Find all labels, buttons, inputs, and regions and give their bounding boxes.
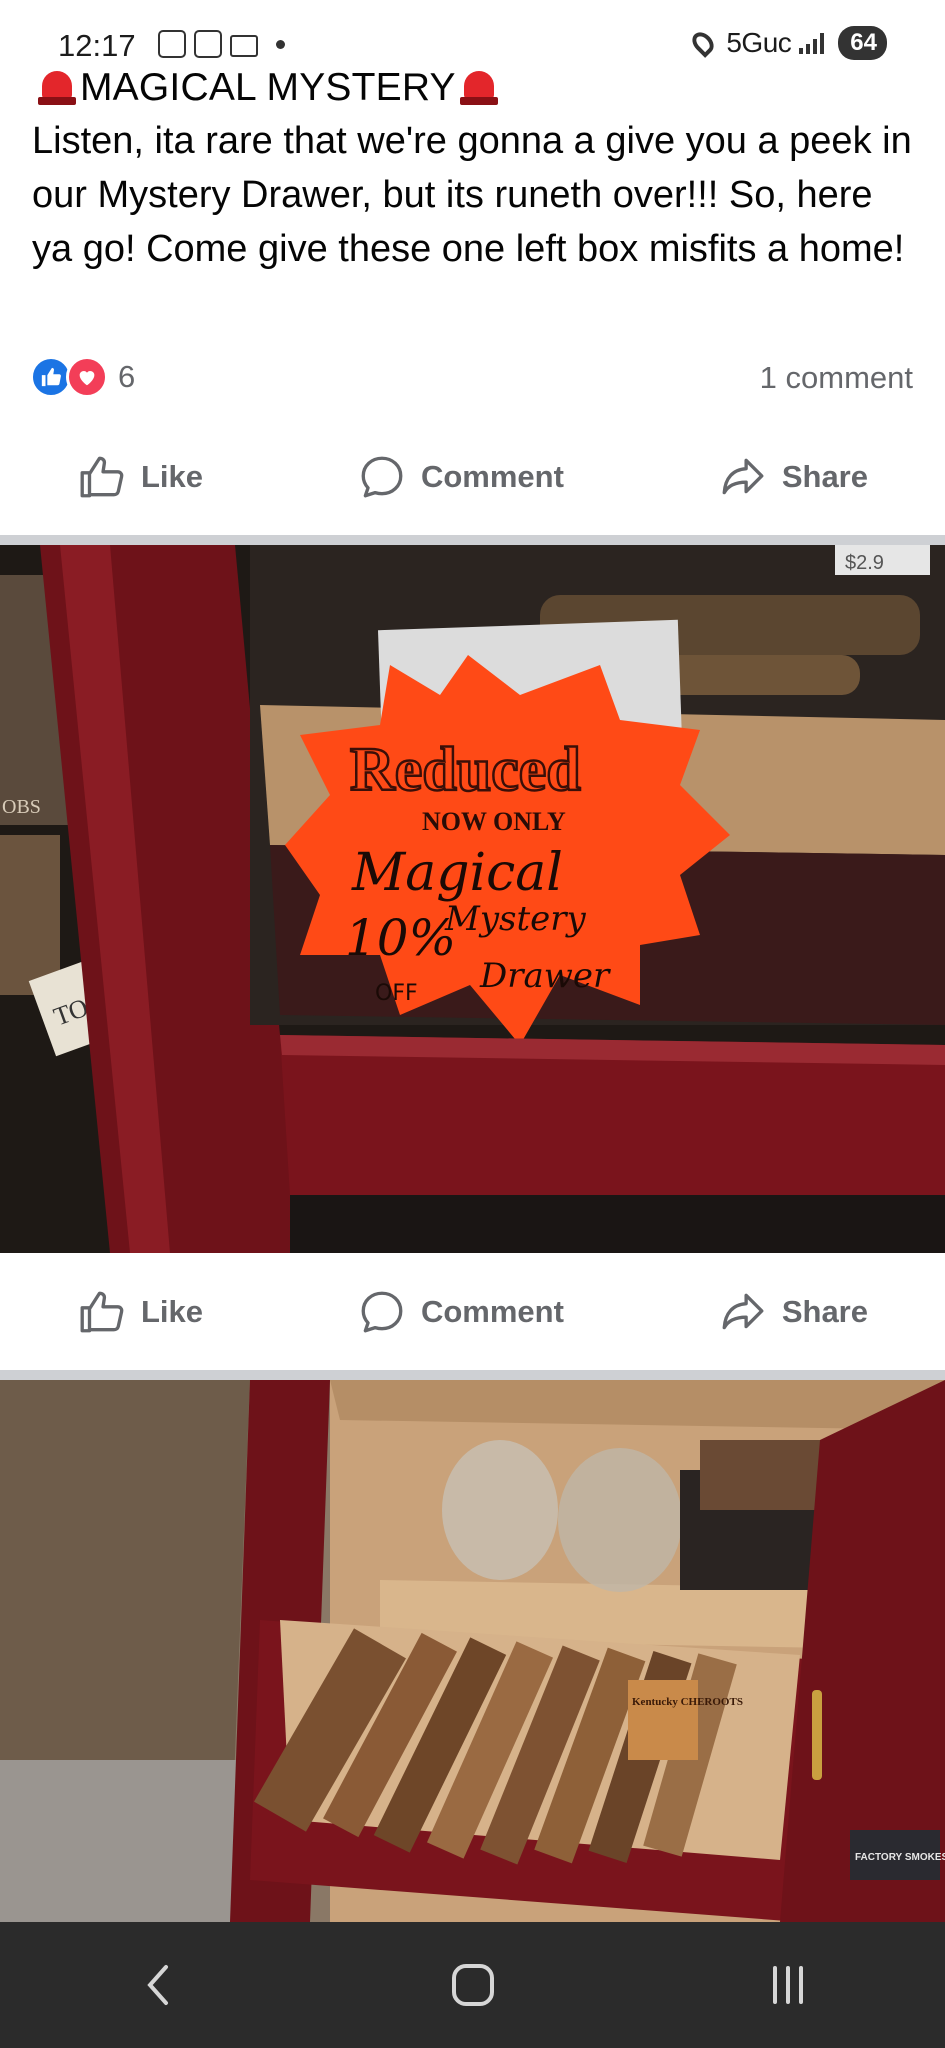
recents-button[interactable] [748, 1945, 828, 2025]
love-reaction-icon [66, 356, 108, 398]
comment-label: Comment [420, 459, 564, 494]
photo-comment-button[interactable]: Comment [357, 1287, 564, 1337]
comment-count-link[interactable]: 1 comment [760, 360, 913, 396]
sign-handwritten-magical: Magical [351, 843, 563, 903]
thumbs-up-icon [80, 1291, 124, 1333]
reaction-count: 6 [118, 359, 136, 394]
factory-smokes-label: FACTORY SMOKES [855, 1852, 945, 1863]
like-label: Like [140, 1294, 203, 1329]
battery-icon: 64 [838, 26, 887, 60]
share-label: Share [781, 459, 868, 494]
comment-label: Comment [420, 1294, 564, 1329]
notification-dot-icon [276, 39, 285, 49]
recents-lines-icon [772, 1966, 803, 2004]
siren-emoji-icon [459, 69, 498, 107]
photo-action-bar: Like Comment Share [0, 1262, 945, 1362]
photo-reduced-sign-scene: OBS TOR $2.9 Reduced NOW ONLY Magical 10… [0, 545, 945, 1253]
home-circle-icon [451, 1964, 494, 2006]
post-body-text: Listen, ita rare that we're gonna a give… [32, 120, 912, 270]
sign-handwritten-off: OFF [375, 981, 418, 1006]
photo-share-button[interactable]: Share [718, 1287, 868, 1337]
sign-handwritten-mystery: Mystery [444, 899, 587, 939]
thumbs-up-icon [80, 456, 124, 498]
home-button[interactable] [433, 1945, 513, 2025]
post-divider [0, 535, 945, 545]
sign-subtitle: NOW ONLY [422, 807, 566, 836]
teams-icon [194, 30, 222, 58]
comment-button[interactable]: Comment [357, 452, 564, 502]
post-action-bar: Like Comment Share [0, 427, 945, 527]
status-notification-icons [158, 30, 285, 58]
comment-bubble-icon [361, 1291, 403, 1333]
status-bar: 12:17 5Guc 64 [0, 0, 945, 70]
reaction-summary[interactable]: 6 [30, 356, 135, 398]
status-system-icons: 5Guc 64 [688, 26, 887, 60]
post-photo-mystery-drawer[interactable]: Kentucky CHEROOTS FACTORY SMOKES [0, 1380, 945, 1922]
kentucky-cheroots-label: Kentucky CHEROOTS [632, 1696, 743, 1708]
comment-bubble-icon [361, 456, 403, 498]
like-button[interactable]: Like [77, 452, 203, 502]
photo-divider [0, 1370, 945, 1380]
network-type: 5Guc [726, 27, 792, 58]
share-button[interactable]: Share [718, 452, 868, 502]
photo-like-button[interactable]: Like [77, 1287, 203, 1337]
sign-handwritten-percent: 10% [345, 909, 456, 967]
gmail-icon [230, 34, 258, 57]
post-title-row: MAGICAL MYSTERY [38, 66, 498, 110]
siren-emoji-icon [38, 69, 76, 107]
share-label: Share [781, 1294, 868, 1329]
price-tag: $2.9 [845, 552, 884, 574]
back-button[interactable] [118, 1945, 198, 2025]
location-icon [688, 28, 719, 58]
post-title: MAGICAL MYSTERY [80, 66, 456, 109]
signal-icon [799, 32, 825, 54]
share-arrow-icon [722, 1293, 764, 1330]
system-navigation-bar [0, 1922, 945, 2048]
screenshot-icon [158, 30, 186, 58]
like-label: Like [140, 459, 203, 494]
back-chevron-icon [146, 1965, 168, 2005]
sign-handwritten-drawer: Drawer [479, 956, 611, 996]
status-time: 12:17 [58, 28, 136, 63]
post-photo-reduced-sign[interactable]: OBS TOR $2.9 Reduced NOW ONLY Magical 10… [0, 545, 945, 1253]
photo-drawer-scene: Kentucky CHEROOTS FACTORY SMOKES [0, 1380, 945, 1922]
share-arrow-icon [722, 458, 764, 495]
box-label-obs: OBS [2, 796, 41, 818]
sign-title: Reduced [350, 736, 581, 804]
